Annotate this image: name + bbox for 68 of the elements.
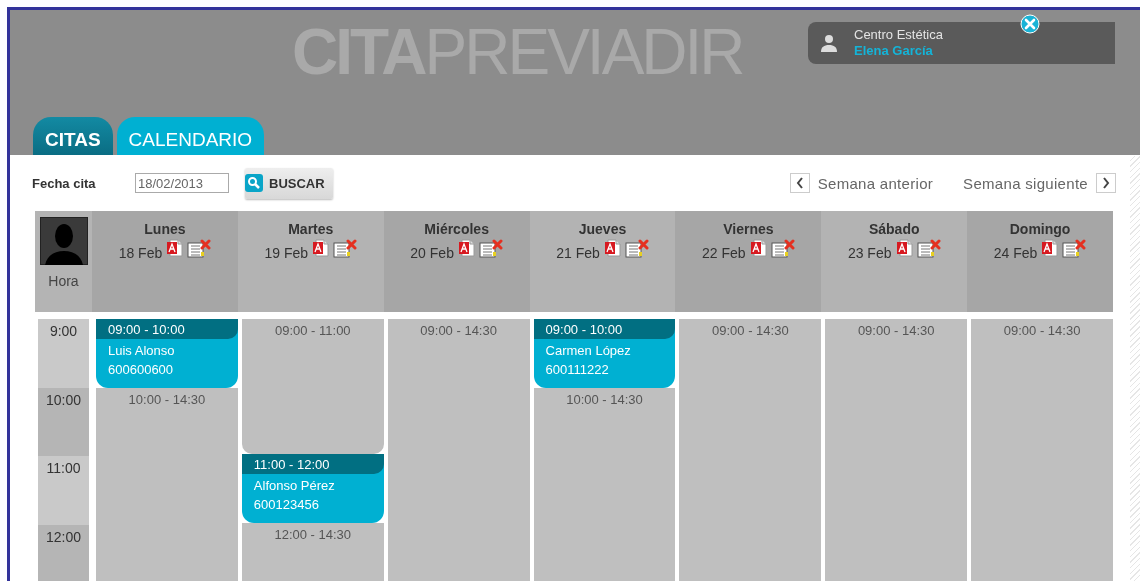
client-phone: 600111222 <box>544 361 610 377</box>
day-name: Jueves <box>578 221 627 237</box>
document-delete-icon[interactable] <box>187 239 212 259</box>
next-week-button[interactable]: Semana siguiente <box>963 173 1116 193</box>
search-icon <box>245 174 263 192</box>
pdf-icon[interactable] <box>166 239 184 257</box>
hour-cell: 9:00 <box>38 319 89 388</box>
user-icon <box>820 34 838 52</box>
pdf-icon[interactable] <box>1041 239 1059 257</box>
day-name: Miércoles <box>424 221 489 237</box>
free-slot[interactable]: 09:00 - 14:30 <box>971 319 1113 581</box>
user-name[interactable]: Elena García <box>854 43 943 59</box>
day-date: 19 Feb <box>264 245 309 261</box>
appointment-card[interactable]: 09:00 - 10:00 Carmen López 600111222 <box>533 319 676 388</box>
document-delete-icon[interactable] <box>1062 239 1087 259</box>
avatar-icon <box>39 217 88 265</box>
day-name: Viernes <box>723 221 774 237</box>
appointment-card[interactable]: 09:00 - 10:00 Luis Alonso 600600600 <box>96 319 238 388</box>
free-slot[interactable]: 09:00 - 14:30 <box>825 319 968 581</box>
free-slot[interactable]: 09:00 - 11:00 <box>241 319 384 454</box>
appointment-time: 09:00 - 10:00 <box>96 319 238 339</box>
document-delete-icon[interactable] <box>916 239 941 259</box>
hour-cell: 12:00 <box>38 524 89 581</box>
day-date: 22 Feb <box>702 245 746 261</box>
date-label: Fecha cita <box>32 175 97 191</box>
hour-cell: 10:00 <box>38 387 89 456</box>
document-delete-icon[interactable] <box>333 239 358 259</box>
pdf-icon[interactable] <box>312 239 330 257</box>
client-name: Luis Alonso <box>107 342 176 358</box>
day-date: 24 Feb <box>993 245 1038 261</box>
day-name: Martes <box>288 221 334 237</box>
appointment-time: 09:00 - 10:00 <box>533 319 676 339</box>
document-delete-icon[interactable] <box>478 239 503 259</box>
client-phone: 600600600 <box>107 361 175 377</box>
day-name: Domingo <box>1009 221 1071 237</box>
appointment-card[interactable]: 11:00 - 12:00 Alfonso Pérez 600123456 <box>241 454 384 523</box>
tab[interactable]: CITAS <box>33 117 113 155</box>
day-name: Sábado <box>868 221 920 237</box>
pdf-icon[interactable] <box>457 239 475 257</box>
close-icon[interactable] <box>1020 14 1040 34</box>
free-slot[interactable]: 12:00 - 14:30 <box>241 522 384 581</box>
tab[interactable]: CALENDARIO <box>116 117 265 155</box>
free-slot[interactable]: 10:00 - 14:30 <box>533 387 676 581</box>
client-name: Carmen López <box>544 342 632 358</box>
hour-label: Hora <box>48 273 79 289</box>
day-date: 21 Feb <box>556 245 600 261</box>
day-date: 18 Feb <box>118 245 163 261</box>
appointment-time: 11:00 - 12:00 <box>241 454 384 474</box>
client-phone: 600123456 <box>252 496 320 512</box>
prev-week-button[interactable]: Semana anterior <box>789 173 934 193</box>
user-role: Centro Estética <box>854 27 943 43</box>
document-delete-icon[interactable] <box>770 239 795 259</box>
date-field[interactable]: 18/02/2013 <box>135 173 229 193</box>
search-button[interactable]: BUSCAR <box>245 167 333 199</box>
free-slot[interactable]: 10:00 - 14:30 <box>96 387 238 581</box>
day-name: Lunes <box>144 221 186 237</box>
document-delete-icon[interactable] <box>624 239 649 259</box>
pdf-icon[interactable] <box>749 239 767 257</box>
hour-cell: 11:00 <box>38 456 89 525</box>
chevron-right-icon[interactable] <box>1096 173 1116 193</box>
chevron-left-icon[interactable] <box>789 173 810 193</box>
free-slot[interactable]: 09:00 - 14:30 <box>387 319 530 581</box>
pdf-icon[interactable] <box>895 239 913 257</box>
pdf-icon[interactable] <box>603 239 621 257</box>
free-slot[interactable]: 09:00 - 14:30 <box>679 319 822 581</box>
day-date: 23 Feb <box>847 245 892 261</box>
client-name: Alfonso Pérez <box>252 477 336 493</box>
day-date: 20 Feb <box>410 245 454 261</box>
